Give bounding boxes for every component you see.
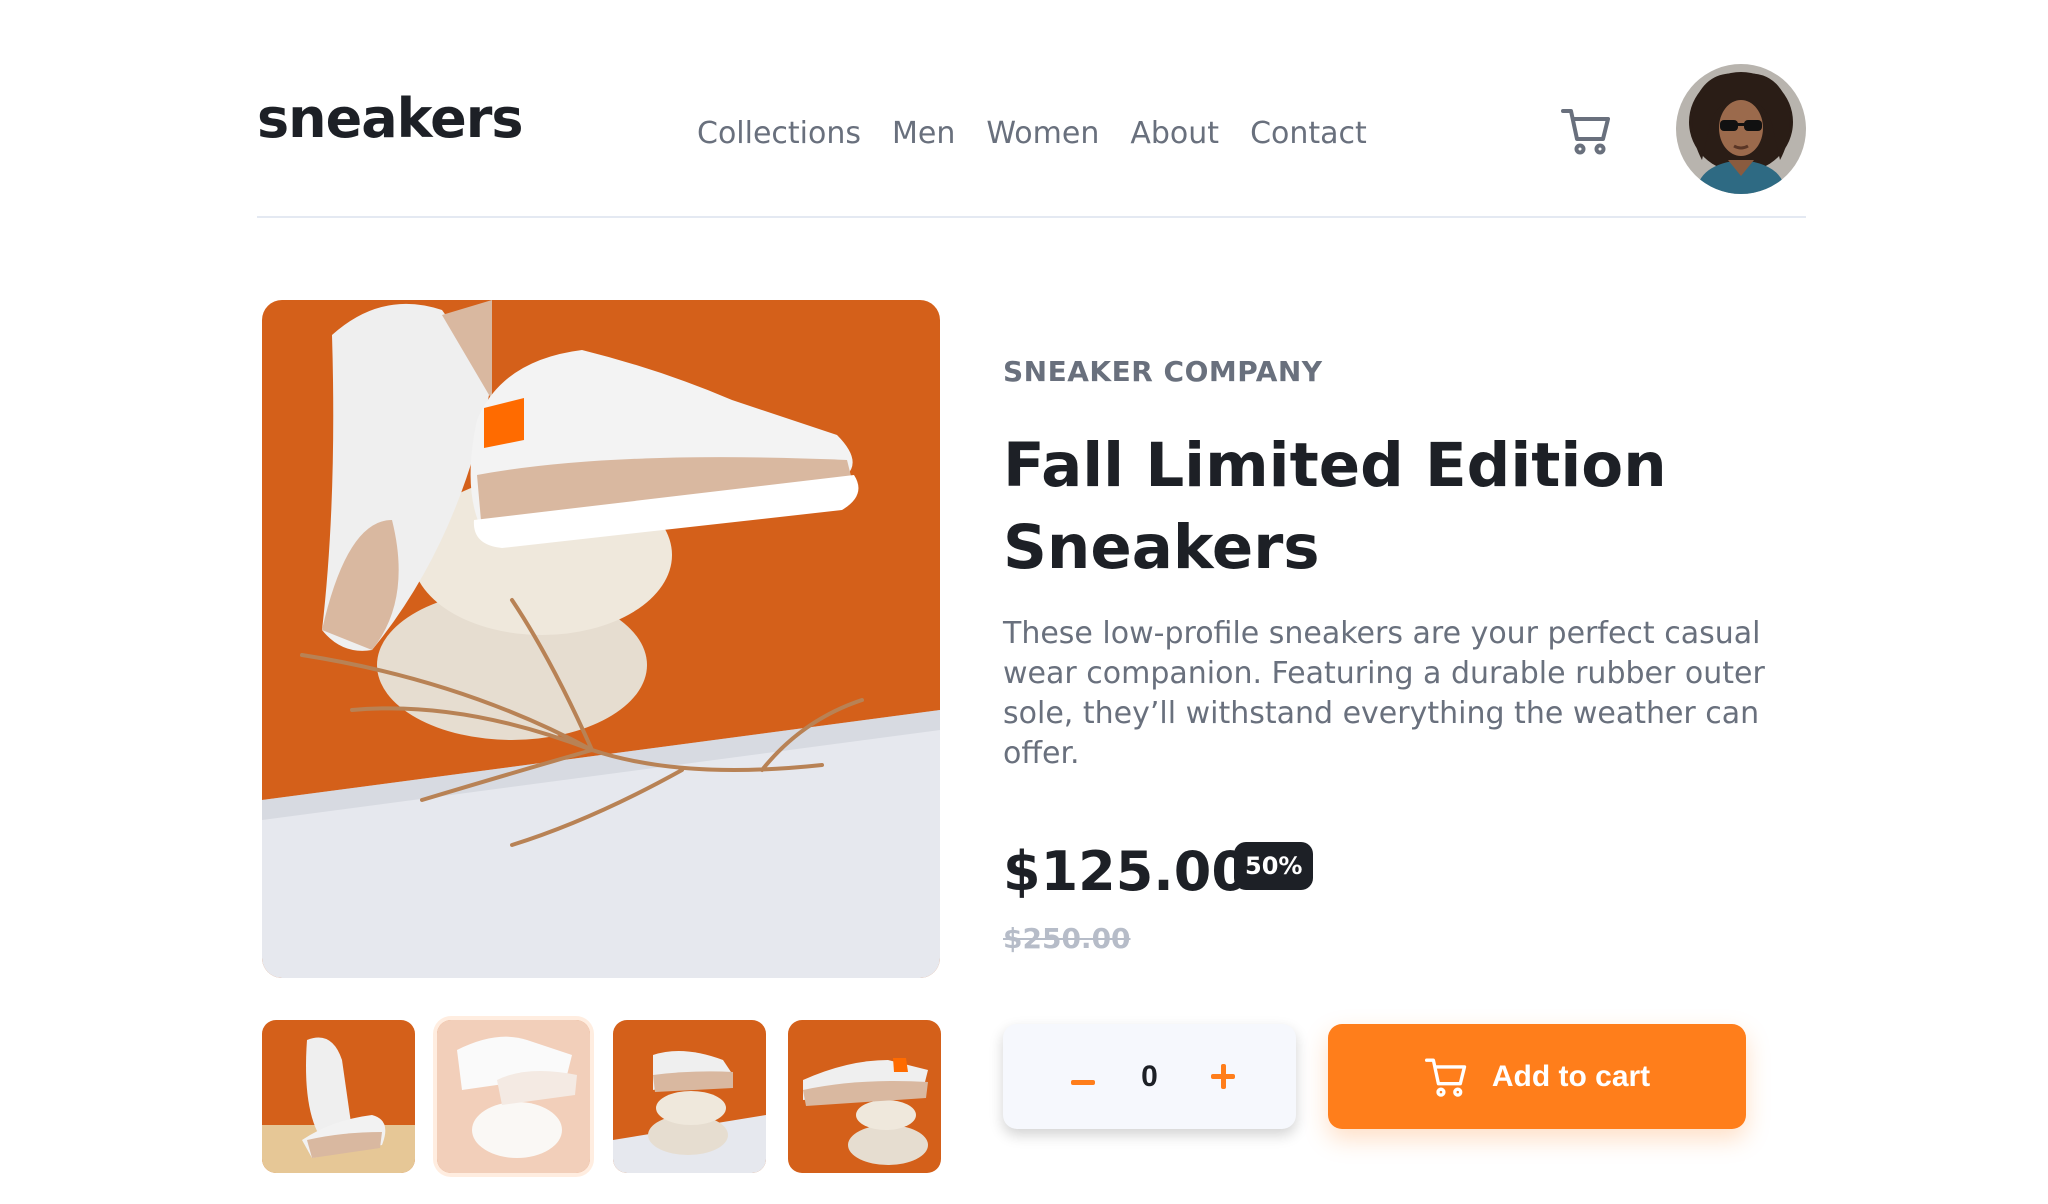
thumbnail-selected-overlay bbox=[437, 1020, 590, 1173]
add-to-cart-button[interactable]: Add to cart bbox=[1328, 1024, 1746, 1129]
logo[interactable]: sneakers bbox=[257, 92, 524, 146]
main-nav: Collections Men Women About Contact bbox=[697, 113, 1367, 155]
cart-icon[interactable] bbox=[1560, 106, 1612, 156]
add-to-cart-label: Add to cart bbox=[1491, 1059, 1651, 1093]
thumbnail-4[interactable] bbox=[788, 1020, 941, 1173]
quantity-value: 0 bbox=[1141, 1060, 1158, 1093]
thumbnail-3[interactable] bbox=[613, 1020, 766, 1173]
thumbnail-1[interactable] bbox=[262, 1020, 415, 1173]
product-main-image[interactable] bbox=[262, 300, 940, 978]
nav-link-contact[interactable]: Contact bbox=[1250, 113, 1367, 155]
nav-link-about[interactable]: About bbox=[1130, 113, 1219, 155]
product-title: Fall Limited Edition Sneakers bbox=[1003, 430, 1667, 583]
discount-badge: 50% bbox=[1234, 842, 1314, 890]
header-divider bbox=[257, 216, 1806, 218]
product-description: These low-profile sneakers are your perf… bbox=[1003, 616, 1765, 771]
avatar[interactable] bbox=[1676, 64, 1806, 194]
nav-link-women[interactable]: Women bbox=[986, 113, 1099, 155]
nav-link-collections[interactable]: Collections bbox=[697, 113, 861, 155]
original-price: $250.00 bbox=[1003, 922, 1131, 955]
cart-icon bbox=[1424, 1058, 1466, 1097]
nav-link-men[interactable]: Men bbox=[892, 113, 955, 155]
company-name: SNEAKER COMPANY bbox=[1003, 355, 1323, 388]
increment-button[interactable] bbox=[1203, 1052, 1243, 1102]
current-price: $125.00 bbox=[1003, 840, 1249, 903]
quantity-stepper: 0 bbox=[1003, 1024, 1296, 1129]
thumbnail-2[interactable] bbox=[437, 1020, 590, 1173]
